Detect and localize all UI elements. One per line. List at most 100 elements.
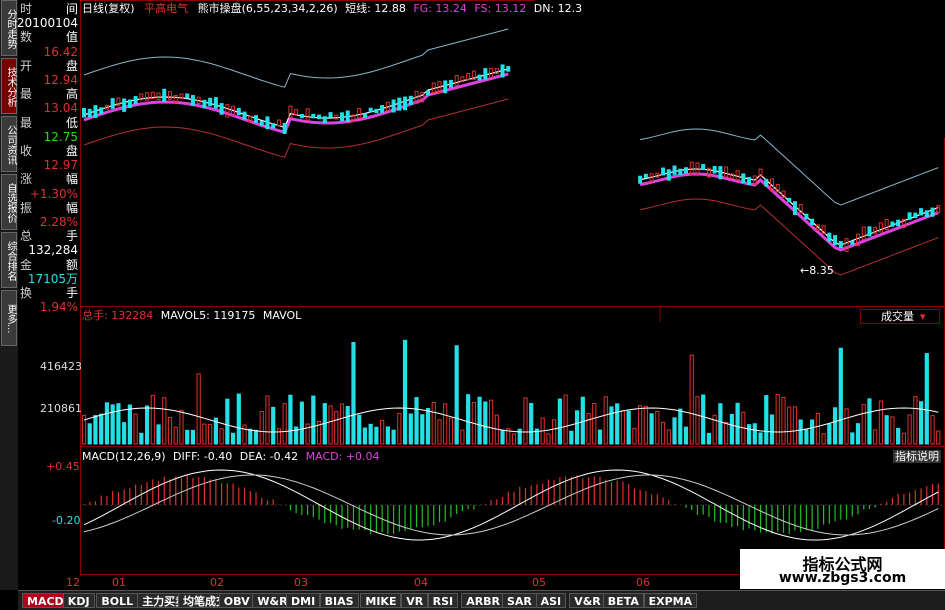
indicator-tab[interactable]: BETA xyxy=(603,593,644,608)
tab-timeshare[interactable]: 分时走势 xyxy=(1,0,17,56)
info-value: 手 xyxy=(66,229,78,243)
indicator-tab[interactable]: SAR xyxy=(502,593,537,608)
volume-bar xyxy=(237,394,240,444)
indicator-tab[interactable]: EXPMA xyxy=(644,593,698,608)
volume-bar xyxy=(604,397,607,444)
indicator-tab[interactable]: BOLL xyxy=(96,593,138,608)
info-value: 2.28% xyxy=(40,215,78,229)
tab-company-info[interactable]: 公司资讯 xyxy=(1,116,17,172)
volume-bar xyxy=(220,429,223,444)
x-axis-label: 03 xyxy=(294,576,308,589)
indicator-tab[interactable]: RSI xyxy=(428,593,459,608)
volume-bar xyxy=(180,410,183,444)
volume-bar xyxy=(260,411,263,444)
volume-bar xyxy=(570,431,573,444)
volume-bar xyxy=(558,399,561,444)
info-row: 数值 xyxy=(20,30,78,44)
info-label: 总 xyxy=(20,229,32,243)
indicator-tab[interactable]: MIKE xyxy=(360,593,401,608)
indicator-tab[interactable]: BIAS xyxy=(320,593,359,608)
volume-bar xyxy=(392,430,395,444)
candle xyxy=(369,108,372,112)
mavol5-value: MAVOL5: 119175 xyxy=(161,309,256,322)
candle xyxy=(925,211,928,217)
volume-bar xyxy=(805,430,808,444)
volume-bar xyxy=(352,343,355,444)
info-row: 金额 xyxy=(20,258,78,272)
volume-bar xyxy=(449,418,452,444)
volume-bar xyxy=(123,423,126,444)
candle xyxy=(897,220,900,226)
volume-bar xyxy=(696,397,699,444)
info-row: 最高 xyxy=(20,87,78,101)
volume-bar xyxy=(363,428,366,444)
volume-bar xyxy=(684,427,687,444)
diff-value: DIFF: -0.40 xyxy=(173,450,232,463)
dn-value: DN: 12.3 xyxy=(534,2,582,15)
info-row: 开盘 xyxy=(20,59,78,73)
info-label: 时 xyxy=(20,2,32,16)
info-value: 额 xyxy=(66,258,78,272)
volume-bar xyxy=(111,405,114,444)
volume-bar xyxy=(243,425,246,444)
candle xyxy=(100,108,103,114)
fs-value: FS: 13.12 xyxy=(474,2,526,15)
info-value: 1.94% xyxy=(40,300,78,314)
tab-ranking[interactable]: 综合排名 xyxy=(1,232,17,288)
indicator-tab[interactable]: MACD xyxy=(22,593,69,608)
volume-bar xyxy=(753,424,756,444)
info-value: 高 xyxy=(66,87,78,101)
volume-bar xyxy=(432,402,435,444)
candle xyxy=(742,174,745,183)
info-label: 振 xyxy=(20,201,32,215)
indicator-tab[interactable]: ASI xyxy=(536,593,567,608)
candle xyxy=(839,242,842,248)
volume-bar xyxy=(386,427,389,444)
x-axis-label: 06 xyxy=(636,576,650,589)
volume-bar xyxy=(426,409,429,444)
indicator-tab[interactable]: V&R xyxy=(569,593,606,608)
indicator-tab[interactable]: DMI xyxy=(286,593,320,608)
volume-bar xyxy=(822,434,825,444)
volume-bar xyxy=(770,415,773,444)
period-label[interactable]: 日线(复权) xyxy=(82,2,135,15)
volume-bar xyxy=(100,414,103,444)
volume-indicator-select[interactable]: 成交量▾ xyxy=(860,309,940,324)
x-axis-label: 12 xyxy=(66,576,80,589)
candle xyxy=(346,111,349,122)
tab-tech-analysis[interactable]: 技术分析 xyxy=(1,58,17,114)
candle xyxy=(639,176,642,183)
info-value: 间 xyxy=(66,2,78,16)
indicator-tab[interactable]: OBV xyxy=(219,593,255,608)
volume-bar xyxy=(782,397,785,444)
indicator-explain-button[interactable]: 指标说明 xyxy=(893,450,941,463)
info-row: 12.94 xyxy=(20,73,78,87)
info-row: 总手 xyxy=(20,229,78,243)
mavol-value: MAVOL xyxy=(263,309,301,322)
indicator-tab[interactable]: VR xyxy=(401,593,428,608)
indicator-tab[interactable]: KDJ xyxy=(63,593,95,608)
tab-more[interactable]: 更多... xyxy=(1,290,17,346)
volume-bar xyxy=(564,395,567,444)
volume-bar xyxy=(730,414,733,444)
candle xyxy=(931,208,934,216)
candle xyxy=(409,96,412,104)
volume-axis-high: 416423 xyxy=(40,360,82,373)
volume-bar xyxy=(128,405,131,444)
candle xyxy=(507,67,510,72)
candle xyxy=(449,80,452,87)
candle xyxy=(157,93,160,100)
volume-bar xyxy=(673,418,676,444)
candle xyxy=(805,214,808,219)
candle xyxy=(117,98,120,106)
volume-bar xyxy=(381,420,384,444)
volume-bar xyxy=(644,406,647,444)
volume-bar xyxy=(306,424,309,444)
tab-watchlist[interactable]: 自选报价 xyxy=(1,174,17,230)
volume-bar xyxy=(759,433,762,444)
indicator-tab[interactable]: ARBR xyxy=(461,593,505,608)
volume-bar xyxy=(277,429,280,444)
volume-bar xyxy=(489,400,492,444)
price-header: 日线(复权) 平高电气 熊市操盘(6,55,23,34,2,26) 短线: 12… xyxy=(82,2,582,15)
kline-chart[interactable] xyxy=(80,0,945,590)
